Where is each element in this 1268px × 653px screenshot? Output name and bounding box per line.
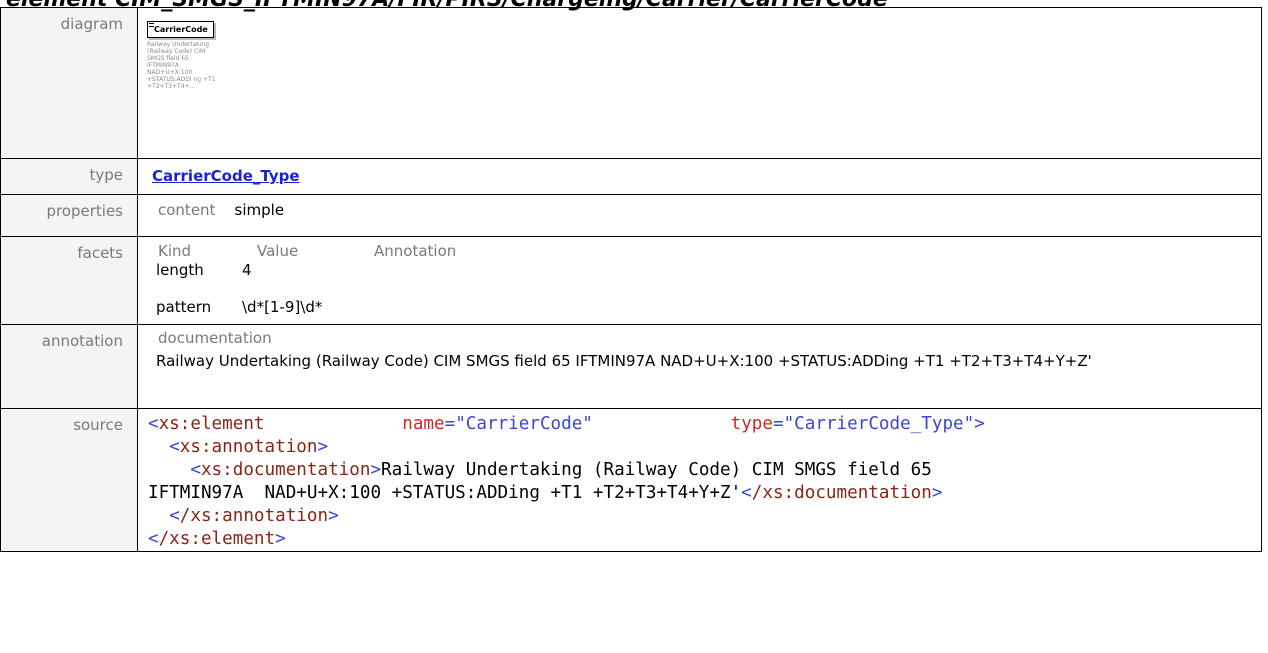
type-cell: CarrierCode_Type bbox=[137, 158, 1262, 195]
source-code: <xs:element name="CarrierCode" type="Car… bbox=[148, 414, 985, 549]
element-node[interactable]: CarrierCode bbox=[147, 21, 214, 38]
facets-table: Kind Value Annotation length 4 pattern \… bbox=[152, 242, 1261, 322]
facets-header-value: Value bbox=[257, 242, 299, 260]
properties-cell: content simple bbox=[137, 194, 1262, 237]
source-label: source bbox=[0, 408, 138, 552]
diagram-row: diagram CarrierCode Railway Undertaking … bbox=[0, 7, 1262, 159]
source-tag: /xs:documentation bbox=[751, 483, 932, 503]
facet-row-kind: pattern bbox=[156, 298, 212, 316]
properties-value: simple bbox=[234, 201, 285, 219]
element-node-icon bbox=[149, 23, 154, 27]
facets-row: facets Kind Value Annotation length 4 pa… bbox=[0, 236, 1262, 325]
source-row: source <xs:element name="CarrierCode" ty… bbox=[0, 408, 1262, 552]
source-tag: /xs:element bbox=[158, 529, 276, 549]
element-node-doc: Railway Undertaking (Railway Code) CIM S… bbox=[147, 41, 216, 90]
facets-header-kind: Kind bbox=[158, 242, 192, 260]
source-tag: xs:documentation bbox=[200, 460, 371, 480]
facets-header-annotation: Annotation bbox=[374, 242, 457, 260]
facets-label: facets bbox=[0, 236, 138, 325]
source-attr-value: "CarrierCode_Type" bbox=[783, 414, 975, 434]
type-link[interactable]: CarrierCode_Type bbox=[152, 167, 300, 185]
type-row: type CarrierCode_Type bbox=[0, 158, 1262, 195]
facet-row-value: 4 bbox=[242, 261, 252, 279]
source-attr: type bbox=[730, 414, 773, 434]
diagram-cell: CarrierCode Railway Undertaking (Railway… bbox=[137, 7, 1262, 159]
annotation-text: Railway Undertaking (Railway Code) CIM S… bbox=[156, 352, 1092, 370]
properties-row: properties content simple bbox=[0, 194, 1262, 237]
annotation-heading: documentation bbox=[158, 329, 272, 347]
element-node-name: CarrierCode bbox=[154, 25, 208, 34]
source-doc-text: IFTMIN97A NAD+U+X:100 +STATUS:ADDing +T1… bbox=[148, 483, 742, 503]
source-tag: /xs:annotation bbox=[179, 506, 329, 526]
source-tag: xs:element bbox=[158, 414, 265, 434]
annotation-label: annotation bbox=[0, 324, 138, 409]
properties-label: properties bbox=[0, 194, 138, 237]
source-attr: name bbox=[402, 414, 445, 434]
type-label: type bbox=[0, 158, 138, 195]
annotation-row: annotation documentation Railway Underta… bbox=[0, 324, 1262, 409]
properties-key: content bbox=[158, 201, 216, 219]
facets-cell: Kind Value Annotation length 4 pattern \… bbox=[137, 236, 1262, 325]
source-attr-value: "CarrierCode" bbox=[455, 414, 593, 434]
source-doc-text: Railway Undertaking (Railway Code) CIM S… bbox=[381, 460, 932, 480]
facet-row-value: \d*[1-9]\d* bbox=[242, 298, 323, 316]
diagram-label: diagram bbox=[0, 7, 138, 159]
facet-row-kind: length bbox=[156, 261, 204, 279]
schema-element-table: diagram CarrierCode Railway Undertaking … bbox=[0, 7, 1262, 552]
source-tag: xs:annotation bbox=[179, 437, 318, 457]
element-diagram[interactable]: CarrierCode Railway Undertaking (Railway… bbox=[147, 17, 1261, 90]
source-cell: <xs:element name="CarrierCode" type="Car… bbox=[137, 408, 1262, 552]
annotation-cell: documentation Railway Undertaking (Railw… bbox=[137, 324, 1262, 409]
